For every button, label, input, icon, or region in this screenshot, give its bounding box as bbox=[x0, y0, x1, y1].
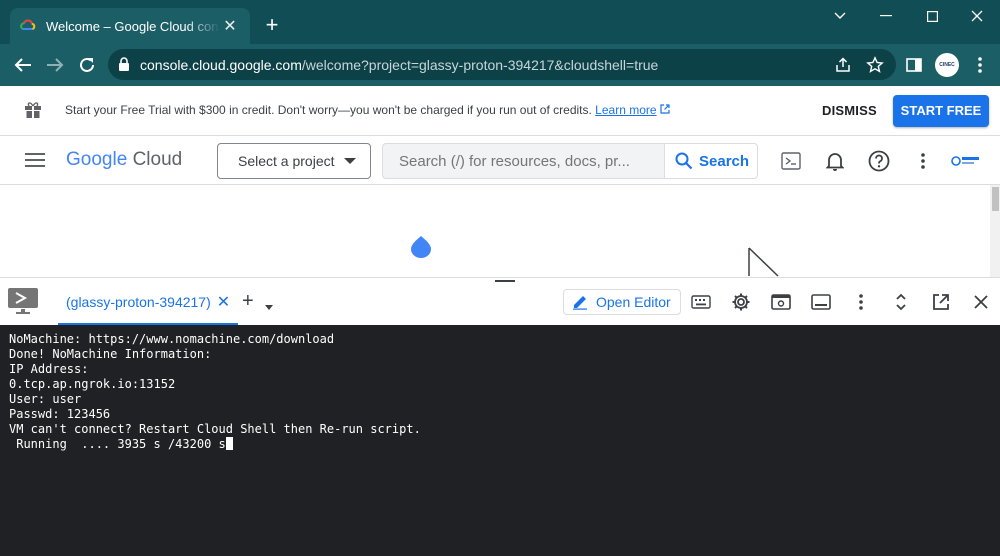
google-cloud-logo[interactable]: Google Cloud bbox=[66, 149, 182, 171]
pencil-icon bbox=[573, 296, 587, 310]
terminal-line: Done! NoMachine Information: bbox=[9, 347, 212, 361]
terminal-line: Passwd: 123456 bbox=[9, 407, 111, 421]
external-link-icon bbox=[660, 104, 670, 114]
url-path: /welcome?project=glassy-proton-394217&cl… bbox=[301, 56, 659, 73]
illustration-line bbox=[748, 247, 779, 277]
hamburger-menu-icon[interactable] bbox=[24, 150, 46, 170]
tab-search-icon[interactable] bbox=[817, 0, 863, 32]
more-options-icon[interactable] bbox=[911, 149, 935, 173]
more-vert-icon[interactable] bbox=[849, 290, 873, 314]
logo-google: Google bbox=[66, 149, 128, 170]
project-selector-label: Select a project bbox=[238, 153, 335, 169]
notifications-bell-icon[interactable] bbox=[823, 149, 847, 173]
google-cloud-icon bbox=[20, 19, 36, 30]
terminal-line: Running .... 3935 s /43200 s bbox=[9, 437, 226, 451]
open-editor-button[interactable]: Open Editor bbox=[563, 289, 681, 315]
organization-logo-icon[interactable] bbox=[951, 149, 981, 173]
close-shell-icon[interactable] bbox=[969, 290, 993, 314]
back-button[interactable] bbox=[9, 51, 37, 79]
keyboard-icon[interactable] bbox=[689, 290, 713, 314]
browser-toolbar: console.cloud.google.com/welcome?project… bbox=[0, 44, 1000, 86]
settings-gear-icon[interactable] bbox=[729, 290, 753, 314]
new-tab-button[interactable]: + bbox=[258, 11, 286, 39]
terminal-line: 0.tcp.ap.ngrok.io:13152 bbox=[9, 377, 176, 391]
open-new-window-icon[interactable] bbox=[929, 290, 953, 314]
dismiss-button[interactable]: DISMISS bbox=[814, 96, 885, 126]
reload-button[interactable] bbox=[73, 51, 101, 79]
chevron-down-icon[interactable] bbox=[265, 305, 273, 310]
free-trial-banner: Start your Free Trial with $300 in credi… bbox=[0, 86, 1000, 136]
maximize-button[interactable] bbox=[909, 0, 955, 32]
url-host: console.cloud.google.com bbox=[140, 56, 302, 73]
minimize-panel-icon[interactable] bbox=[809, 290, 833, 314]
banner-message: Start your Free Trial with $300 in credi… bbox=[65, 103, 670, 117]
shell-session-tab[interactable]: (glassy-proton-394217) ✕ bbox=[58, 292, 239, 326]
learn-more-link[interactable]: Learn more bbox=[595, 103, 656, 117]
resize-handle[interactable] bbox=[495, 280, 515, 282]
terminal-line: NoMachine: https://www.nomachine.com/dow… bbox=[9, 332, 335, 346]
cloud-shell-terminal-icon bbox=[8, 288, 38, 314]
profile-avatar[interactable]: CINEC bbox=[935, 53, 959, 77]
terminal-cursor bbox=[225, 437, 233, 450]
search-button-label: Search bbox=[699, 152, 750, 170]
banner-text: Start your Free Trial with $300 in credi… bbox=[65, 103, 592, 117]
expand-collapse-icon[interactable] bbox=[889, 290, 913, 314]
search-button[interactable]: Search bbox=[664, 143, 758, 179]
scrollbar-thumb[interactable] bbox=[992, 187, 999, 211]
close-tab-icon[interactable]: ✕ bbox=[217, 294, 230, 311]
tab-close-icon[interactable]: ✕ bbox=[220, 16, 240, 36]
side-panel-icon[interactable] bbox=[900, 51, 928, 79]
logo-cloud: Cloud bbox=[132, 149, 183, 170]
browser-tab[interactable]: Welcome – Google Cloud console ✕ bbox=[10, 8, 250, 44]
web-preview-icon[interactable] bbox=[769, 290, 793, 314]
terminal-prompt-line: Running .... 3935 s /43200 s bbox=[9, 437, 991, 452]
bookmark-star-icon[interactable] bbox=[866, 56, 884, 74]
tab-title: Welcome – Google Cloud console bbox=[46, 18, 220, 34]
page-content bbox=[0, 185, 1000, 277]
terminal-line: IP Address: bbox=[9, 362, 89, 376]
browser-tab-strip: Welcome – Google Cloud console ✕ + bbox=[0, 0, 1000, 44]
app-root: Welcome – Google Cloud console ✕ + co bbox=[0, 0, 1000, 556]
address-bar[interactable]: console.cloud.google.com/welcome?project… bbox=[108, 49, 896, 80]
open-editor-label: Open Editor bbox=[596, 294, 671, 310]
gcp-header: Google Cloud Select a project Search bbox=[0, 136, 1000, 185]
share-icon[interactable] bbox=[834, 56, 852, 74]
project-selector[interactable]: Select a project bbox=[217, 143, 371, 179]
search-icon bbox=[675, 152, 693, 170]
search-box[interactable] bbox=[382, 143, 665, 179]
close-window-button[interactable] bbox=[954, 0, 1000, 32]
cloud-shell-icon[interactable] bbox=[779, 149, 803, 173]
add-session-button[interactable]: + bbox=[242, 290, 254, 313]
caret-down-icon bbox=[344, 158, 356, 164]
url-text: console.cloud.google.com/welcome?project… bbox=[140, 57, 658, 73]
gift-icon bbox=[25, 102, 41, 118]
terminal-line: User: user bbox=[9, 392, 82, 406]
minimize-button[interactable] bbox=[863, 0, 909, 32]
terminal-line: VM can't connect? Restart Cloud Shell th… bbox=[9, 422, 421, 436]
shell-tab-label: (glassy-proton-394217) bbox=[66, 294, 211, 310]
terminal-output[interactable]: NoMachine: https://www.nomachine.com/dow… bbox=[0, 325, 1000, 556]
cloud-shell-toolbar: (glassy-proton-394217) ✕ + Open Editor bbox=[0, 277, 1000, 326]
search-input[interactable] bbox=[383, 144, 664, 178]
browser-menu-icon[interactable] bbox=[966, 51, 994, 79]
illustration-shape bbox=[411, 236, 431, 258]
forward-button[interactable] bbox=[41, 51, 69, 79]
help-icon[interactable] bbox=[867, 149, 891, 173]
start-free-button[interactable]: START FREE bbox=[893, 95, 989, 127]
lock-icon bbox=[119, 57, 129, 71]
